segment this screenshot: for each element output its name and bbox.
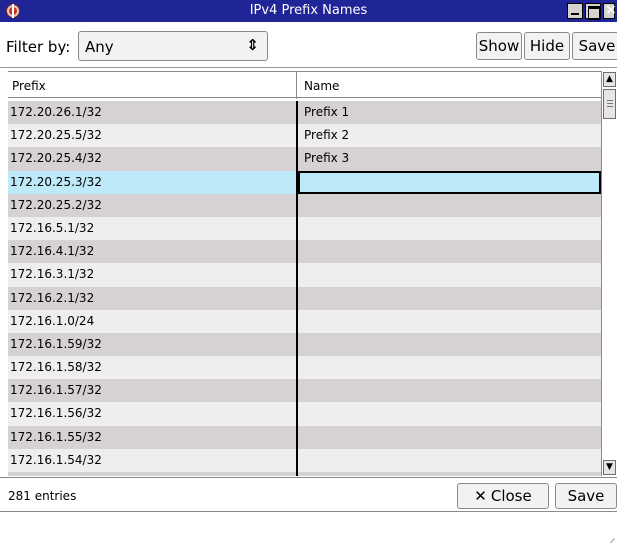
prefix-cell[interactable]: 172.20.25.5/32 <box>8 124 296 148</box>
column-header-name[interactable]: Name <box>304 79 339 93</box>
entries-count: 281 entries <box>8 489 77 503</box>
column-header-prefix[interactable]: Prefix <box>12 79 46 93</box>
hide-button[interactable]: Hide <box>524 32 570 60</box>
table-row[interactable]: 172.16.1.56/32 <box>8 402 601 426</box>
prefix-cell[interactable]: 172.20.25.3/32 <box>8 170 296 194</box>
filter-select[interactable]: Any ⇕ <box>78 31 268 61</box>
table-row[interactable]: 172.20.25.3/32 <box>8 170 601 194</box>
prefix-cell[interactable]: 172.16.1.53/32 <box>8 472 296 476</box>
prefix-cell[interactable]: 172.20.25.4/32 <box>8 147 296 171</box>
scroll-down-icon[interactable]: ▼ <box>603 460 616 475</box>
name-cell[interactable]: Prefix 2 <box>298 124 601 148</box>
table-row[interactable]: 172.20.25.4/32 Prefix 3 <box>8 147 601 171</box>
name-cell[interactable] <box>298 356 601 380</box>
prefix-cell[interactable]: 172.20.26.1/32 <box>8 101 296 125</box>
close-window-icon[interactable]: × <box>603 2 617 19</box>
name-cell[interactable]: Prefix 1 <box>298 101 601 125</box>
resize-grip-icon[interactable] <box>601 525 615 539</box>
prefix-cell[interactable]: 172.16.5.1/32 <box>8 216 296 241</box>
prefix-cell[interactable]: 172.16.1.55/32 <box>8 425 296 449</box>
save-button[interactable]: Save <box>572 32 617 60</box>
maximize-icon[interactable] <box>585 3 601 20</box>
column-separator <box>296 101 298 476</box>
name-cell[interactable]: Prefix 3 <box>298 147 601 171</box>
window-title: IPv4 Prefix Names <box>249 3 368 18</box>
name-cell[interactable] <box>298 263 601 287</box>
close-icon: ✕ <box>474 487 487 505</box>
filter-label: Filter by: <box>6 38 71 56</box>
name-cell[interactable] <box>298 425 601 449</box>
name-cell[interactable] <box>298 472 601 476</box>
table-row[interactable]: 172.16.3.1/32 <box>8 263 601 287</box>
vertical-scrollbar[interactable]: ▲ ▼ <box>601 71 617 476</box>
table-row[interactable]: 172.16.1.58/32 <box>8 356 601 380</box>
prefix-cell[interactable]: 172.16.1.58/32 <box>8 356 296 380</box>
filter-select-value: Any <box>85 38 114 56</box>
column-divider[interactable] <box>296 72 297 99</box>
prefix-cell[interactable]: 172.16.2.1/32 <box>8 286 296 310</box>
window-controls: × <box>567 2 617 20</box>
prefix-cell[interactable]: 172.16.1.56/32 <box>8 402 296 426</box>
scroll-up-icon[interactable]: ▲ <box>603 72 616 87</box>
name-cell[interactable] <box>298 379 601 403</box>
title-bar: IPv4 Prefix Names × <box>0 0 617 22</box>
name-cell[interactable] <box>298 240 601 264</box>
table-row[interactable]: 172.16.1.54/32 <box>8 448 601 472</box>
table-row[interactable]: 172.20.26.1/32 Prefix 1 <box>8 101 601 125</box>
table-row[interactable]: 172.20.25.2/32 <box>8 193 601 217</box>
table-row[interactable]: 172.16.2.1/32 <box>8 286 601 310</box>
name-cell[interactable] <box>298 332 601 357</box>
table-row[interactable]: 172.16.5.1/32 <box>8 216 601 241</box>
status-save-button[interactable]: Save <box>555 483 617 509</box>
table-row[interactable]: 172.20.25.5/32 Prefix 2 <box>8 124 601 148</box>
minimize-icon[interactable] <box>567 3 583 19</box>
table-row[interactable]: 172.16.4.1/32 <box>8 240 601 264</box>
table-header: Prefix Name <box>8 71 601 99</box>
table-body: 172.20.26.1/32 Prefix 1 172.20.25.5/32 Pref… <box>8 101 601 476</box>
prefix-cell[interactable]: 172.20.25.2/32 <box>8 193 296 217</box>
scroll-thumb[interactable] <box>603 89 616 119</box>
table-row[interactable]: 172.16.1.55/32 <box>8 425 601 449</box>
prefix-cell[interactable]: 172.16.1.59/32 <box>8 332 296 357</box>
name-cell[interactable] <box>298 286 601 310</box>
prefix-table: Prefix Name 172.20.26.1/32 Prefix 1 172.20… <box>8 71 617 476</box>
name-cell[interactable] <box>298 448 601 472</box>
table-row[interactable]: 172.16.1.59/32 <box>8 332 601 357</box>
prefix-cell[interactable]: 172.16.3.1/32 <box>8 263 296 287</box>
close-button[interactable]: ✕ Close <box>457 483 549 509</box>
status-bar: 281 entries ✕ Close Save <box>0 477 617 512</box>
up-down-arrows-icon: ⇕ <box>246 36 259 54</box>
prefix-cell[interactable]: 172.16.4.1/32 <box>8 240 296 264</box>
close-button-label: Close <box>490 487 532 505</box>
prefix-cell[interactable]: 172.16.1.54/32 <box>8 448 296 472</box>
show-button[interactable]: Show <box>476 32 522 60</box>
prefix-cell[interactable]: 172.16.1.57/32 <box>8 379 296 403</box>
table-row[interactable]: 172.16.1.53/32 <box>8 472 601 476</box>
name-cell[interactable] <box>298 309 601 333</box>
table-row[interactable]: 172.16.1.57/32 <box>8 379 601 403</box>
name-cell[interactable] <box>298 402 601 426</box>
table-row[interactable]: 172.16.1.0/24 <box>8 309 601 333</box>
name-cell[interactable] <box>298 216 601 241</box>
name-cell[interactable] <box>298 193 601 217</box>
prefix-cell[interactable]: 172.16.1.0/24 <box>8 309 296 333</box>
name-cell[interactable] <box>298 170 601 194</box>
toolbar: Filter by: Any ⇕ Show Hide Save <box>0 22 617 68</box>
